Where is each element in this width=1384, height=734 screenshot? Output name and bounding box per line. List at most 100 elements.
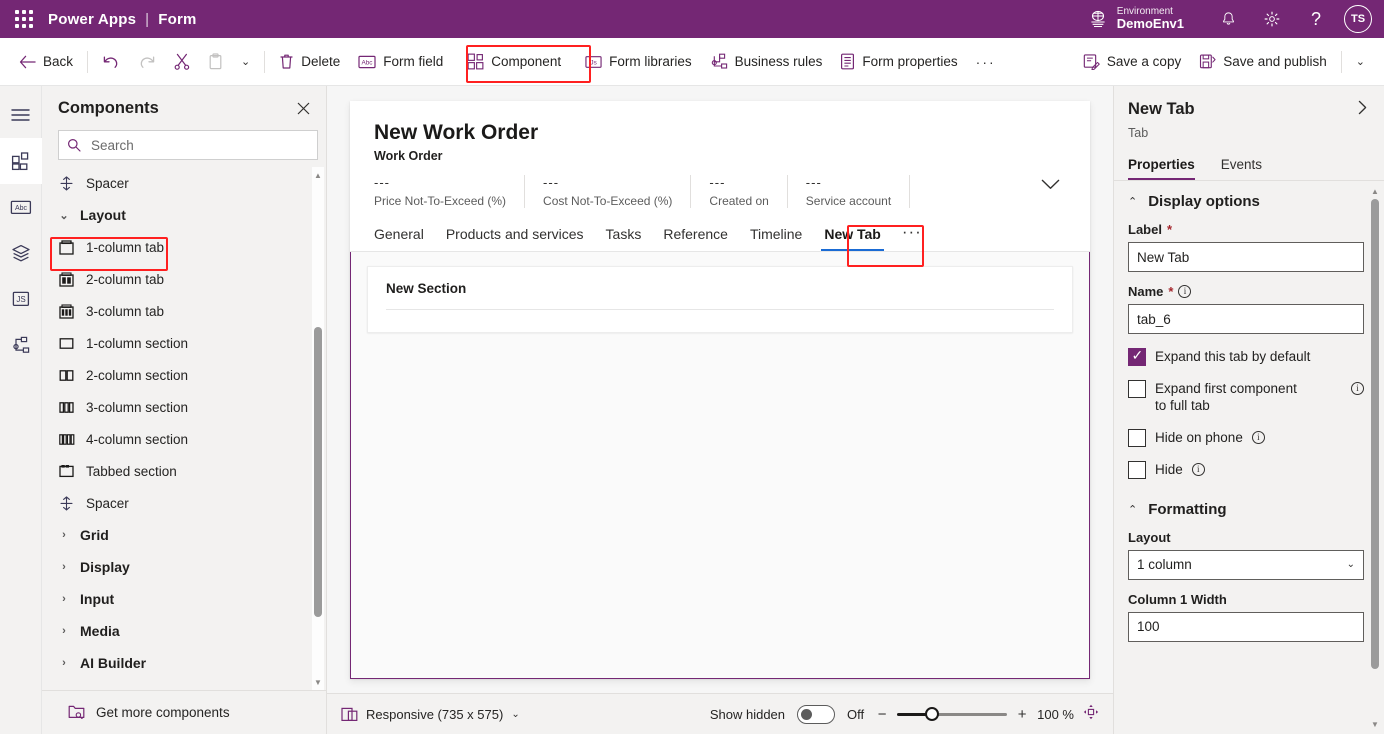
rail-fields-button[interactable]: Abc — [0, 184, 42, 230]
rail-javascript-button[interactable]: JS — [0, 276, 42, 322]
checkbox-hide-on-phone[interactable] — [1128, 428, 1146, 447]
undo-button[interactable] — [93, 44, 129, 80]
rail-business-rules-button[interactable] — [0, 322, 42, 368]
app-launcher-button[interactable] — [0, 0, 48, 38]
component-item-2-column-tab[interactable]: 2-column tab — [50, 263, 312, 295]
section-new-section[interactable]: New Section — [367, 266, 1073, 334]
component-item-1-column-tab[interactable]: 1-column tab — [50, 231, 312, 263]
form-properties-button[interactable]: Form properties — [831, 44, 966, 80]
component-group-display[interactable]: › Display — [50, 551, 312, 583]
component-item-3-column-tab[interactable]: 3-column tab — [50, 295, 312, 327]
menu-icon — [11, 109, 30, 121]
more-commands-button[interactable]: ··· — [967, 44, 1005, 80]
component-item-3-column-section[interactable]: 3-column section — [50, 391, 312, 423]
expand-panel-button[interactable] — [1354, 100, 1372, 119]
component-button[interactable]: Component — [458, 44, 570, 80]
help-button[interactable]: ? — [1294, 0, 1338, 38]
tab-body[interactable]: New Section — [350, 252, 1090, 679]
header-field[interactable]: --- Cost Not-To-Exceed (%) — [543, 175, 692, 209]
component-group-media[interactable]: › Media — [50, 615, 312, 647]
zoom-slider[interactable] — [897, 707, 1008, 721]
scrollbar-thumb[interactable] — [314, 327, 322, 617]
responsive-selector[interactable]: Responsive (735 x 575) ⌄ — [341, 707, 520, 722]
menu-button[interactable] — [0, 92, 42, 138]
component-group-ai-builder[interactable]: › AI Builder — [50, 647, 312, 679]
brand-name[interactable]: Power Apps — [48, 11, 136, 28]
redo-button[interactable] — [129, 44, 165, 80]
header-field[interactable]: --- Service account — [806, 175, 911, 209]
scroll-down-icon[interactable]: ▼ — [1369, 718, 1381, 730]
rail-components-button[interactable] — [0, 138, 42, 184]
components-scrollbar[interactable]: ▲ ▼ — [312, 167, 324, 690]
form-tab-reference[interactable]: Reference — [652, 226, 739, 251]
checkbox-row-expand-tab-default[interactable]: Expand this tab by default — [1128, 347, 1364, 366]
component-item-4-column-section[interactable]: 4-column section — [50, 423, 312, 455]
scrollbar-thumb[interactable] — [1371, 199, 1379, 669]
paste-options-button[interactable]: ⌄ — [232, 44, 259, 80]
save-a-copy-button[interactable]: Save a copy — [1074, 44, 1190, 80]
fit-to-screen-button[interactable] — [1083, 704, 1099, 725]
form-tab-tasks[interactable]: Tasks — [595, 226, 653, 251]
section-formatting[interactable]: ⌃ Formatting — [1128, 501, 1364, 518]
checkbox-expand-first-component[interactable] — [1128, 380, 1146, 398]
info-icon[interactable]: i — [1191, 462, 1205, 476]
slider-handle[interactable] — [925, 707, 940, 721]
cut-button[interactable] — [165, 44, 199, 80]
info-icon[interactable]: i — [1178, 285, 1192, 298]
component-group-grid[interactable]: › Grid — [50, 519, 312, 551]
zoom-out-button[interactable]: − — [876, 706, 888, 723]
zoom-in-button[interactable]: + — [1016, 706, 1028, 723]
column-width-input[interactable] — [1128, 611, 1364, 642]
close-panel-button[interactable] — [288, 93, 318, 123]
delete-button[interactable]: Delete — [270, 44, 349, 80]
checkbox-row-hide[interactable]: Hide i — [1128, 460, 1364, 479]
scroll-up-icon[interactable]: ▲ — [1369, 185, 1381, 197]
component-group-layout[interactable]: ⌄ Layout — [50, 199, 312, 231]
expand-header-button[interactable] — [1041, 175, 1066, 195]
section-display-options[interactable]: ⌃ Display options — [1128, 193, 1364, 210]
form-tab-new-tab[interactable]: New Tab — [813, 226, 892, 252]
rail-layers-button[interactable] — [0, 230, 42, 276]
get-more-components-button[interactable]: Get more components — [42, 690, 326, 734]
checkbox-hide[interactable] — [1128, 460, 1146, 479]
avatar[interactable]: TS — [1344, 5, 1372, 33]
checkbox-row-expand-first-component[interactable]: Expand first component to full tab i — [1128, 379, 1364, 415]
form-field-button[interactable]: Abc Form field — [349, 44, 452, 80]
save-and-publish-button[interactable]: Save and publish — [1190, 44, 1336, 80]
layout-select[interactable]: 1 column ⌄ — [1128, 549, 1364, 580]
form-tab-products-and-services[interactable]: Products and services — [435, 226, 595, 251]
environment-selector[interactable]: Environment DemoEnv1 — [1088, 6, 1206, 32]
checkbox-row-hide-on-phone[interactable]: Hide on phone i — [1128, 428, 1364, 447]
component-item-spacer-2[interactable]: Spacer — [50, 487, 312, 519]
component-group-input[interactable]: › Input — [50, 583, 312, 615]
scroll-down-icon[interactable]: ▼ — [312, 676, 324, 688]
search-box[interactable] — [58, 130, 318, 160]
form-libraries-button[interactable]: Js Form libraries — [576, 44, 701, 80]
save-options-button[interactable]: ⌄ — [1347, 44, 1374, 80]
search-input[interactable] — [89, 136, 309, 154]
form-tab-general[interactable]: General — [374, 226, 435, 251]
scroll-up-icon[interactable]: ▲ — [312, 169, 324, 181]
info-icon[interactable]: i — [1251, 430, 1265, 444]
business-rules-button[interactable]: Business rules — [701, 44, 832, 80]
form-tabs-overflow-button[interactable]: ··· — [892, 222, 930, 251]
show-hidden-toggle[interactable] — [797, 704, 836, 724]
settings-button[interactable] — [1250, 0, 1294, 38]
label-input[interactable] — [1128, 242, 1364, 272]
properties-scrollbar[interactable]: ▲ ▼ — [1369, 185, 1381, 730]
component-item-1-column-section[interactable]: 1-column section — [50, 327, 312, 359]
component-item-2-column-section[interactable]: 2-column section — [50, 359, 312, 391]
name-input[interactable] — [1128, 304, 1364, 334]
checkbox-expand-tab-default[interactable] — [1128, 347, 1146, 366]
tab-events[interactable]: Events — [1221, 150, 1272, 180]
back-button[interactable]: Back — [10, 44, 82, 80]
info-icon[interactable]: i — [1351, 382, 1364, 395]
paste-button[interactable] — [199, 44, 232, 80]
header-field[interactable]: --- Created on — [709, 175, 788, 209]
component-item-tabbed-section[interactable]: Tabbed section — [50, 455, 312, 487]
notifications-button[interactable] — [1206, 0, 1250, 38]
component-item-spacer[interactable]: Spacer — [50, 167, 312, 199]
header-field[interactable]: --- Price Not-To-Exceed (%) — [374, 175, 526, 209]
form-tab-timeline[interactable]: Timeline — [739, 226, 813, 251]
tab-properties[interactable]: Properties — [1128, 150, 1205, 180]
